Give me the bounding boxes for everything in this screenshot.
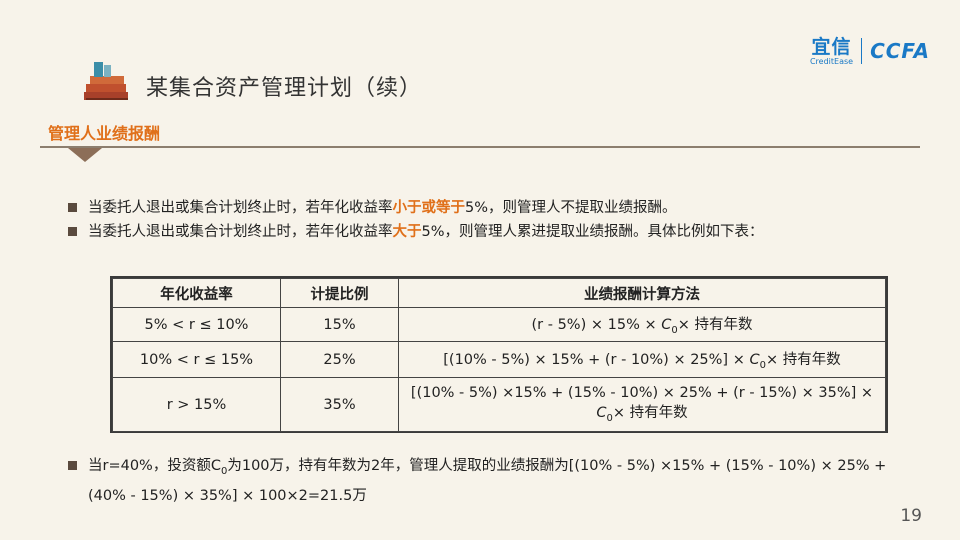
ratio-cell: 15% [280,307,399,342]
ratio-cell: 35% [280,377,399,432]
ratio-cell: 25% [280,341,399,378]
logo-divider [861,38,863,64]
table-row: 10% < r ≤ 15% 25% [(10% - 5%) × 15% + (r… [112,341,886,378]
bullet-text: 当r=40%，投资额C0为100万，持有年数为2年，管理人提取的业绩报酬为[(1… [88,458,887,504]
creditease-logo: 宜信 CreditEase [810,37,853,66]
section-title: 管理人业绩报酬 [48,124,161,143]
table-header-cell: 业绩报酬计算方法 [398,278,886,308]
page-number: 19 [900,506,922,526]
table-header-cell: 年化收益率 [112,278,281,308]
method-cell: (r - 5%) × 15% × C0× 持有年数 [398,307,886,342]
range-cell: 10% < r ≤ 15% [112,341,281,378]
bullet-square-icon [68,461,77,470]
method-cell: [(10% - 5%) × 15% + (r - 10%) × 25%] × C… [398,341,886,378]
table-row: 5% < r ≤ 10% 15% (r - 5%) × 15% × C0× 持有… [112,307,886,342]
bullet-item: 当委托人退出或集合计划终止时，若年化收益率大于5%，则管理人累进提取业绩报酬。具… [68,220,938,244]
example-paragraph: 当r=40%，投资额C0为100万，持有年数为2年，管理人提取的业绩报酬为[(1… [68,454,928,508]
fee-table: 年化收益率 计提比例 业绩报酬计算方法 5% < r ≤ 10% 15% (r … [110,276,888,433]
bullet-text: 当委托人退出或集合计划终止时，若年化收益率小于或等于5%，则管理人不提取业绩报酬… [88,200,677,216]
brand-logo: 宜信 CreditEase CCFA [810,36,930,66]
bullet-item: 当r=40%，投资额C0为100万，持有年数为2年，管理人提取的业绩报酬为[(1… [68,454,928,508]
method-cell: [(10% - 5%) ×15% + (15% - 10%) × 25% + (… [398,377,886,432]
range-cell: r > 15% [112,377,281,432]
logo-en-text: CreditEase [809,56,854,66]
bullet-list: 当委托人退出或集合计划终止时，若年化收益率小于或等于5%，则管理人不提取业绩报酬… [68,196,938,244]
table-header-row: 年化收益率 计提比例 业绩报酬计算方法 [112,278,886,308]
range-cell: 5% < r ≤ 10% [112,307,281,342]
rule-notch [68,148,102,162]
table-header-cell: 计提比例 [280,278,399,308]
logo-cn-text: 宜信 [811,35,852,58]
books-icon [84,62,128,100]
page-title: 某集合资产管理计划（续） [146,76,423,101]
header-rule [40,146,920,148]
bullet-square-icon [68,227,77,236]
slide: 某集合资产管理计划（续） 宜信 CreditEase CCFA 管理人业绩报酬 … [0,0,960,540]
bullet-text: 当委托人退出或集合计划终止时，若年化收益率大于5%，则管理人累进提取业绩报酬。具… [88,224,764,240]
bullet-item: 当委托人退出或集合计划终止时，若年化收益率小于或等于5%，则管理人不提取业绩报酬… [68,196,938,220]
table-row: r > 15% 35% [(10% - 5%) ×15% + (15% - 10… [112,377,886,432]
ccfa-logo: CCFA [870,39,930,63]
bullet-square-icon [68,203,77,212]
